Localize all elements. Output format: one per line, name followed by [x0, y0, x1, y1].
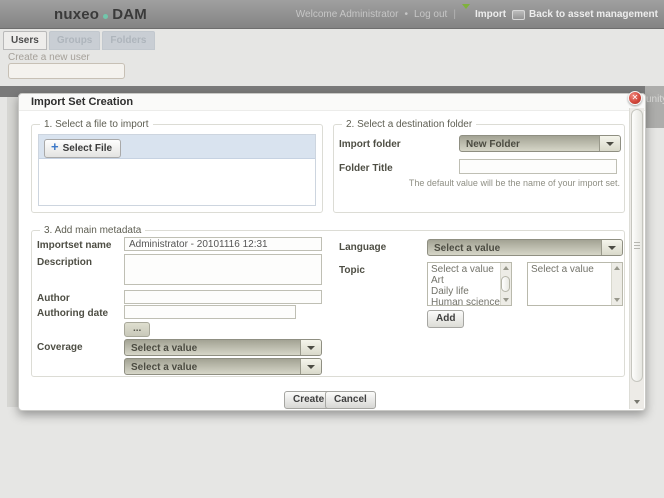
brand-text: nuxeo	[54, 6, 99, 23]
scrollbar-down-arrow-icon[interactable]	[631, 395, 643, 408]
description-textarea[interactable]	[124, 254, 322, 285]
back-link-label: Back to asset management	[529, 9, 658, 20]
create-new-user-link[interactable]: Create a new user	[8, 52, 90, 63]
scroll-up-arrow-icon[interactable]	[614, 266, 620, 270]
listbox-scroll-thumb[interactable]	[501, 276, 510, 292]
nuxeo-dam-logo: nuxeo DAM	[54, 6, 147, 23]
top-bar: nuxeo DAM Welcome Administrator • Log ou…	[0, 0, 664, 29]
author-label: Author	[37, 293, 70, 304]
import-folder-label: Import folder	[339, 139, 401, 150]
import-folder-select[interactable]: New Folder	[459, 135, 621, 152]
upload-toolbar: Select File	[39, 135, 315, 159]
destination-folder-section: 2. Select a destination folder Import fo…	[333, 124, 625, 213]
main-metadata-section: 3. Add main metadata Importset name Desc…	[31, 230, 625, 377]
author-input[interactable]	[124, 290, 322, 304]
tab-folders[interactable]: Folders	[102, 31, 154, 50]
chevron-down-icon	[300, 359, 321, 374]
screen: nuxeo DAM Welcome Administrator • Log ou…	[0, 0, 664, 498]
coverage-value-2: Select a value	[125, 359, 300, 374]
file-import-section: 1. Select a file to import Select File	[31, 124, 323, 213]
dialog-scrollbar[interactable]	[629, 108, 644, 409]
scroll-down-arrow-icon[interactable]	[614, 298, 620, 302]
background-edge-strip	[7, 97, 18, 407]
import-link-label: Import	[475, 9, 506, 20]
section-2-legend: 2. Select a destination folder	[342, 119, 476, 130]
language-label: Language	[339, 242, 386, 253]
folder-title-hint: The default value will be the name of yo…	[374, 178, 620, 188]
close-icon[interactable]	[628, 91, 642, 105]
importset-name-input[interactable]	[124, 237, 322, 251]
chevron-down-icon	[599, 136, 620, 151]
scroll-down-arrow-icon[interactable]	[503, 298, 509, 302]
file-upload-area: Select File	[38, 134, 316, 206]
tab-users[interactable]: Users	[3, 31, 47, 50]
importset-name-label: Importset name	[37, 240, 111, 251]
select-file-button[interactable]: Select File	[44, 139, 121, 158]
scroll-up-arrow-icon[interactable]	[503, 266, 509, 270]
topic-option[interactable]: Daily life	[431, 286, 497, 297]
topic-selected-listbox[interactable]: Select a value	[527, 262, 623, 306]
authoring-date-label: Authoring date	[37, 308, 108, 319]
date-picker-button[interactable]: ...	[124, 322, 150, 337]
coverage-select-1[interactable]: Select a value	[124, 339, 322, 356]
topic-label: Topic	[339, 265, 365, 276]
language-select[interactable]: Select a value	[427, 239, 623, 256]
screen-icon	[512, 10, 525, 20]
chevron-down-icon	[601, 240, 622, 255]
import-down-arrow-icon	[462, 9, 471, 20]
coverage-label: Coverage	[37, 342, 83, 353]
user-search-input[interactable]	[8, 63, 125, 79]
import-link[interactable]: Import	[462, 9, 506, 20]
cancel-button[interactable]: Cancel	[325, 391, 376, 409]
topic-option[interactable]: Art	[431, 275, 497, 286]
description-label: Description	[37, 257, 92, 268]
listbox-scrollbar[interactable]	[611, 263, 622, 305]
dialog-title: Import Set Creation	[19, 94, 645, 111]
product-text: DAM	[112, 6, 147, 23]
add-topic-button[interactable]: Add	[427, 310, 464, 328]
scrollbar-thumb[interactable]	[631, 109, 643, 382]
plus-icon	[51, 142, 59, 154]
language-value: Select a value	[428, 240, 601, 255]
top-bar-actions: Welcome Administrator • Log out | Import…	[296, 0, 658, 29]
brand-dot-icon	[103, 14, 108, 19]
import-folder-value: New Folder	[460, 136, 599, 151]
select-file-label: Select File	[63, 143, 112, 154]
admin-tab-bar: Users Groups Folders	[3, 31, 155, 50]
chevron-down-icon	[300, 340, 321, 355]
topic-selected-option[interactable]: Select a value	[531, 264, 608, 275]
scrollbar-grip-icon	[634, 242, 640, 249]
authoring-date-input[interactable]	[124, 305, 296, 319]
listbox-scrollbar[interactable]	[500, 263, 511, 305]
section-1-legend: 1. Select a file to import	[40, 119, 153, 130]
back-to-asset-management-link[interactable]: Back to asset management	[512, 9, 658, 20]
logout-link[interactable]: Log out	[414, 9, 447, 20]
import-set-creation-dialog: Import Set Creation 1. Select a file to …	[18, 93, 646, 411]
topic-option[interactable]: Select a value	[431, 264, 497, 275]
section-3-legend: 3. Add main metadata	[40, 225, 145, 236]
bullet-separator: •	[404, 9, 408, 20]
background-text-fragment: unity	[645, 86, 664, 128]
tab-groups[interactable]: Groups	[49, 31, 101, 50]
welcome-text: Welcome Administrator	[296, 9, 399, 20]
coverage-select-2[interactable]: Select a value	[124, 358, 322, 375]
coverage-value-1: Select a value	[125, 340, 300, 355]
topic-option[interactable]: Human science	[431, 297, 497, 305]
pipe-separator: |	[453, 9, 456, 20]
topic-options-listbox[interactable]: Select a value Art Daily life Human scie…	[427, 262, 512, 306]
folder-title-input[interactable]	[459, 159, 617, 174]
folder-title-label: Folder Title	[339, 163, 393, 174]
